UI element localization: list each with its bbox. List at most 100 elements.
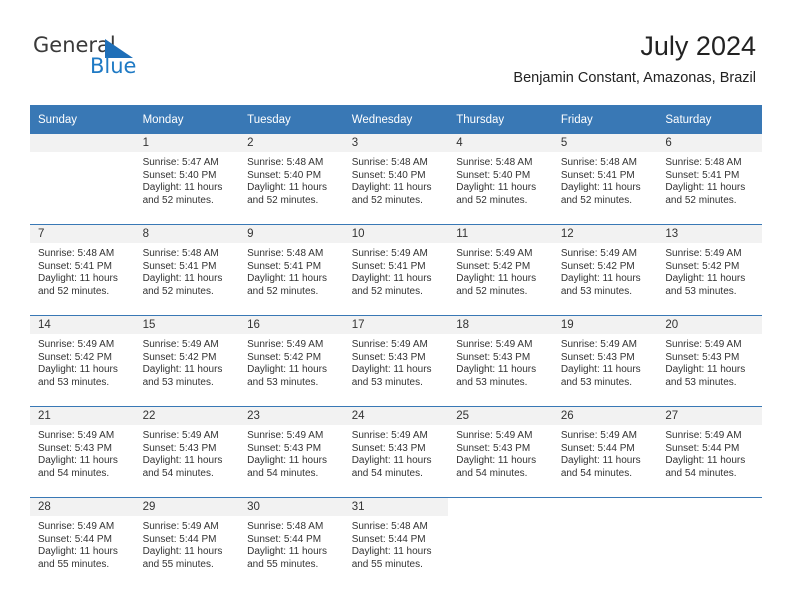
day-info: Sunrise: 5:49 AM Sunset: 5:42 PM Daylight:… — [239, 334, 344, 389]
calendar-day-cell[interactable]: 8 Sunrise: 5:48 AM Sunset: 5:41 PM Daylight… — [134, 224, 240, 316]
calendar-day-cell[interactable]: 21 Sunrise: 5:49 AM Sunset: 5:43 PM Dayligh… — [30, 406, 135, 498]
weekday-header-sunday: Sunday — [30, 105, 135, 134]
day-info: Sunrise: 5:49 AM Sunset: 5:43 PM Daylight:… — [553, 334, 658, 389]
day-number: 18 — [448, 316, 553, 334]
weekday-header-tuesday: Tuesday — [239, 105, 344, 134]
calendar-day-cell[interactable]: 4 Sunrise: 5:48 AM Sunset: 5:40 PM Daylight… — [448, 134, 553, 225]
general-blue-logo: General Blue — [33, 34, 233, 84]
daylight-text-line2: and 55 minutes. — [38, 558, 110, 570]
calendar-day-cell[interactable]: 25 Sunrise: 5:49 AM Sunset: 5:43 PM Dayligh… — [448, 406, 553, 498]
calendar-week-row: 28 Sunrise: 5:49 AM Sunset: 5:44 PM Dayligh… — [30, 497, 762, 588]
calendar-day-cell[interactable]: 7 Sunrise: 5:48 AM Sunset: 5:41 PM Daylight… — [30, 224, 135, 316]
sunrise-text: Sunrise: 5:48 AM — [560, 157, 637, 168]
calendar-day-cell[interactable]: 24 Sunrise: 5:49 AM Sunset: 5:43 PM Dayligh… — [343, 406, 449, 498]
sunrise-text: Sunrise: 5:49 AM — [665, 248, 742, 259]
day-cell-inner: 26 Sunrise: 5:49 AM Sunset: 5:44 PM Dayligh… — [552, 407, 658, 497]
daylight-text-line2: and 54 minutes. — [38, 467, 110, 479]
calendar-day-cell[interactable]: 12 Sunrise: 5:49 AM Sunset: 5:42 PM Dayligh… — [552, 224, 658, 316]
calendar-day-cell[interactable]: 10 Sunrise: 5:49 AM Sunset: 5:41 PM Dayligh… — [343, 224, 449, 316]
sunset-text: Sunset: 5:43 PM — [351, 442, 426, 454]
day-number: 28 — [30, 498, 135, 516]
sunset-text: Sunset: 5:42 PM — [38, 351, 112, 363]
day-cell-inner: 15 Sunrise: 5:49 AM Sunset: 5:42 PM Dayligh… — [134, 316, 240, 406]
calendar-day-cell[interactable]: 17 Sunrise: 5:49 AM Sunset: 5:43 PM Dayligh… — [343, 315, 449, 407]
day-number: 22 — [134, 407, 240, 425]
daylight-text-line2: and 52 minutes. — [142, 194, 214, 206]
calendar-day-cell[interactable]: 15 Sunrise: 5:49 AM Sunset: 5:42 PM Dayligh… — [134, 315, 240, 407]
daylight-text-line2: and 55 minutes. — [142, 558, 214, 570]
day-number: 1 — [134, 134, 240, 152]
calendar-day-cell[interactable]: 14 Sunrise: 5:49 AM Sunset: 5:42 PM Dayligh… — [30, 315, 135, 407]
calendar-day-cell[interactable]: 26 Sunrise: 5:49 AM Sunset: 5:44 PM Dayligh… — [552, 406, 658, 498]
daylight-text-line2: and 54 minutes. — [665, 467, 737, 479]
day-cell-inner: 14 Sunrise: 5:49 AM Sunset: 5:42 PM Dayligh… — [30, 316, 135, 406]
daylight-text-line1: Daylight: 11 hours — [665, 182, 746, 194]
day-cell-inner: 4 Sunrise: 5:48 AM Sunset: 5:40 PM Daylight… — [448, 134, 553, 224]
weekday-header-saturday: Saturday — [657, 105, 762, 134]
day-number: 21 — [30, 407, 135, 425]
day-number: 6 — [657, 134, 762, 152]
sunrise-text: Sunrise: 5:48 AM — [142, 248, 219, 259]
calendar-day-cell[interactable]: 13 Sunrise: 5:49 AM Sunset: 5:42 PM Dayligh… — [657, 224, 762, 316]
daylight-text-line1: Daylight: 11 hours — [560, 273, 641, 285]
calendar-day-cell[interactable]: 5 Sunrise: 5:48 AM Sunset: 5:41 PM Daylight… — [552, 134, 658, 225]
calendar-day-cell[interactable]: 29 Sunrise: 5:49 AM Sunset: 5:44 PM Dayligh… — [134, 497, 240, 588]
day-cell-inner: 17 Sunrise: 5:49 AM Sunset: 5:43 PM Dayligh… — [343, 316, 449, 406]
calendar-day-cell[interactable]: 16 Sunrise: 5:49 AM Sunset: 5:42 PM Dayligh… — [239, 315, 344, 407]
daylight-text-line2: and 52 minutes. — [560, 194, 632, 206]
daylight-text-line2: and 55 minutes. — [351, 558, 423, 570]
day-number: 20 — [657, 316, 762, 334]
calendar-day-cell[interactable]: 30 Sunrise: 5:48 AM Sunset: 5:44 PM Dayligh… — [239, 497, 344, 588]
day-number: 16 — [239, 316, 344, 334]
sunset-text: Sunset: 5:44 PM — [38, 533, 112, 545]
calendar-day-cell[interactable]: 18 Sunrise: 5:49 AM Sunset: 5:43 PM Dayligh… — [448, 315, 553, 407]
day-info: Sunrise: 5:49 AM Sunset: 5:44 PM Daylight:… — [30, 516, 135, 571]
daylight-text-line1: Daylight: 11 hours — [247, 455, 327, 467]
day-cell-inner: 31 Sunrise: 5:48 AM Sunset: 5:44 PM Dayligh… — [343, 498, 449, 588]
calendar-day-cell[interactable]: 28 Sunrise: 5:49 AM Sunset: 5:44 PM Dayligh… — [30, 497, 135, 588]
calendar-week-row: 14 Sunrise: 5:49 AM Sunset: 5:42 PM Dayligh… — [30, 315, 762, 407]
calendar-day-cell[interactable]: 6 Sunrise: 5:48 AM Sunset: 5:41 PM Daylight… — [657, 134, 762, 225]
sunset-text: Sunset: 5:44 PM — [560, 442, 635, 454]
day-number: 9 — [239, 225, 344, 243]
day-number: 30 — [239, 498, 344, 516]
calendar-day-cell[interactable]: 27 Sunrise: 5:49 AM Sunset: 5:44 PM Dayligh… — [657, 406, 762, 498]
calendar-day-cell[interactable]: 3 Sunrise: 5:48 AM Sunset: 5:40 PM Daylight… — [343, 134, 449, 225]
sunrise-text: Sunrise: 5:48 AM — [247, 157, 324, 168]
calendar-day-cell[interactable]: 20 Sunrise: 5:49 AM Sunset: 5:43 PM Dayligh… — [657, 315, 762, 407]
day-cell-inner: 3 Sunrise: 5:48 AM Sunset: 5:40 PM Daylight… — [343, 134, 449, 224]
daylight-text-line2: and 54 minutes. — [456, 467, 528, 479]
calendar-day-cell[interactable]: 2 Sunrise: 5:48 AM Sunset: 5:40 PM Daylight… — [239, 134, 344, 225]
calendar-day-cell[interactable]: 1 Sunrise: 5:47 AM Sunset: 5:40 PM Daylight… — [134, 134, 240, 225]
day-cell-inner: 30 Sunrise: 5:48 AM Sunset: 5:44 PM Dayligh… — [239, 498, 344, 588]
sunrise-text: Sunrise: 5:49 AM — [665, 339, 742, 350]
day-info: Sunrise: 5:48 AM Sunset: 5:41 PM Daylight:… — [553, 152, 658, 207]
day-number: 17 — [343, 316, 449, 334]
day-cell-inner: 5 Sunrise: 5:48 AM Sunset: 5:41 PM Daylight… — [552, 134, 658, 224]
calendar-day-cell[interactable]: 9 Sunrise: 5:48 AM Sunset: 5:41 PM Daylight… — [239, 224, 344, 316]
sunset-text: Sunset: 5:44 PM — [142, 533, 217, 545]
calendar-day-cell[interactable]: 31 Sunrise: 5:48 AM Sunset: 5:44 PM Dayligh… — [343, 497, 449, 588]
day-number: 26 — [552, 407, 658, 425]
sunrise-text: Sunrise: 5:49 AM — [560, 430, 637, 441]
weekday-header-row: Sunday Monday Tuesday Wednesday Thursday… — [30, 105, 762, 134]
day-info: Sunrise: 5:48 AM Sunset: 5:40 PM Daylight:… — [239, 152, 344, 207]
day-number: 14 — [30, 316, 135, 334]
sunset-text: Sunset: 5:44 PM — [665, 442, 740, 454]
calendar-day-cell[interactable]: 11 Sunrise: 5:49 AM Sunset: 5:42 PM Dayligh… — [448, 224, 553, 316]
calendar-day-cell[interactable]: 23 Sunrise: 5:49 AM Sunset: 5:43 PM Dayligh… — [239, 406, 344, 498]
day-cell-inner — [657, 498, 762, 588]
day-info: Sunrise: 5:49 AM Sunset: 5:42 PM Daylight:… — [30, 334, 135, 389]
day-cell-inner: 9 Sunrise: 5:48 AM Sunset: 5:41 PM Daylight… — [239, 225, 344, 315]
day-info: Sunrise: 5:48 AM Sunset: 5:44 PM Daylight:… — [344, 516, 449, 571]
day-info: Sunrise: 5:49 AM Sunset: 5:42 PM Daylight:… — [553, 243, 658, 298]
day-cell-inner: 12 Sunrise: 5:49 AM Sunset: 5:42 PM Dayligh… — [552, 225, 658, 315]
calendar-day-cell[interactable]: 19 Sunrise: 5:49 AM Sunset: 5:43 PM Dayligh… — [552, 315, 658, 407]
daylight-text-line2: and 53 minutes. — [560, 376, 632, 388]
daylight-text-line2: and 52 minutes. — [142, 285, 214, 297]
day-number: 2 — [239, 134, 344, 152]
sunset-text: Sunset: 5:43 PM — [560, 351, 635, 363]
day-cell-inner: 13 Sunrise: 5:49 AM Sunset: 5:42 PM Dayligh… — [657, 225, 762, 315]
sunset-text: Sunset: 5:43 PM — [38, 442, 112, 454]
calendar-day-cell[interactable]: 22 Sunrise: 5:49 AM Sunset: 5:43 PM Dayligh… — [134, 406, 240, 498]
